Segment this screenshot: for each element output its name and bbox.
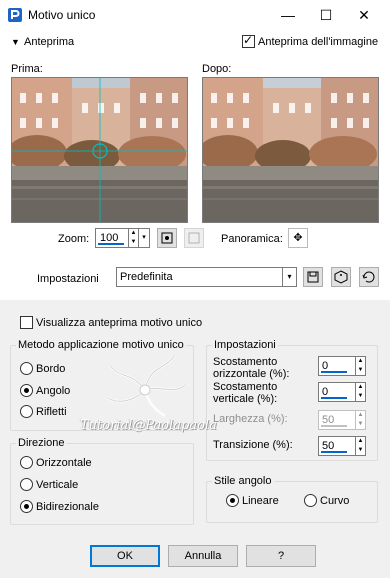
transition-label: Transizione (%):: [213, 439, 293, 451]
width-label: Larghezza (%):: [213, 413, 288, 425]
v-offset-underline: [321, 397, 347, 399]
random-dice-icon[interactable]: [331, 267, 351, 287]
v-offset-label: Scostamento verticale (%):: [213, 381, 278, 405]
before-label: Prima:: [11, 63, 43, 75]
transition-field[interactable]: 50 ▲ ▼: [318, 436, 366, 456]
preset-label: Impostazioni: [37, 273, 99, 285]
after-label: Dopo:: [202, 63, 232, 75]
save-preset-icon[interactable]: [303, 267, 323, 287]
paintshop-app-icon: [8, 8, 22, 22]
h-offset-underline: [321, 371, 347, 373]
collapse-arrow-icon[interactable]: ▼: [11, 37, 20, 47]
pan-label: Panoramica:: [221, 233, 283, 245]
title-bar: Motivo unico — ☐ ✕: [0, 0, 390, 30]
radio-rifletti-label[interactable]: Rifletti: [36, 406, 67, 418]
radio-verticale-label[interactable]: Verticale: [36, 479, 78, 491]
width-field: 50 ▲ ▼: [318, 410, 366, 430]
help-button[interactable]: ?: [246, 545, 316, 567]
radio-angolo[interactable]: [20, 384, 33, 397]
radio-curvo[interactable]: [304, 494, 317, 507]
direction-group-title: Direzione: [16, 437, 67, 449]
minimize-icon[interactable]: —: [278, 6, 298, 24]
radio-lineare-label[interactable]: Lineare: [242, 495, 279, 507]
zoom-actual-size-icon[interactable]: [184, 228, 204, 248]
radio-lineare[interactable]: [226, 494, 239, 507]
radio-angolo-label[interactable]: Angolo: [36, 385, 70, 397]
transition-underline: [321, 451, 347, 453]
tile-preview-checkbox[interactable]: [20, 316, 33, 329]
zoom-dropdown-icon[interactable]: ▾: [138, 229, 149, 247]
ok-button[interactable]: OK: [90, 545, 160, 567]
radio-rifletti[interactable]: [20, 405, 33, 418]
radio-bidirezionale[interactable]: [20, 500, 33, 513]
zoom-spinbox[interactable]: 100 ▲ ▼ ▾: [95, 228, 150, 248]
image-preview-checkbox[interactable]: [242, 33, 255, 48]
after-image: [203, 78, 378, 222]
preset-dropdown[interactable]: Predefinita ▾: [116, 267, 297, 287]
radio-orizzontale[interactable]: [20, 456, 33, 469]
chevron-down-icon[interactable]: ▾: [282, 268, 296, 286]
width-underline: [321, 425, 347, 427]
corner-style-group-title: Stile angolo: [212, 475, 274, 487]
preview-toggle-label[interactable]: Anteprima: [24, 36, 74, 48]
after-preview: [202, 77, 379, 223]
v-offset-field[interactable]: 0 ▲ ▼: [318, 382, 366, 402]
impostazioni-group-title: Impostazioni: [212, 339, 278, 351]
radio-curvo-label[interactable]: Curvo: [320, 495, 349, 507]
radio-orizzontale-label[interactable]: Orizzontale: [36, 457, 92, 469]
zoom-spin-arrows[interactable]: ▲ ▼: [128, 229, 138, 247]
tile-preview-label[interactable]: Visualizza anteprima motivo unico: [36, 317, 202, 329]
radio-bordo[interactable]: [20, 362, 33, 375]
v-offset-spin-icon[interactable]: ▲ ▼: [355, 383, 365, 401]
image-preview-label[interactable]: Anteprima dell'immagine: [258, 36, 378, 48]
radio-bordo-label[interactable]: Bordo: [36, 363, 65, 375]
maximize-icon[interactable]: ☐: [316, 6, 336, 24]
pan-move-icon[interactable]: ✥: [288, 228, 308, 248]
radio-verticale[interactable]: [20, 478, 33, 491]
h-offset-label: Scostamento orizzontale (%):: [213, 356, 290, 380]
h-offset-spin-icon[interactable]: ▲ ▼: [355, 357, 365, 375]
watermark-text: Tutorial@Paolapaola: [80, 418, 217, 433]
before-preview[interactable]: [11, 77, 188, 223]
reset-icon[interactable]: [359, 267, 379, 287]
transition-spin-icon[interactable]: ▲ ▼: [355, 437, 365, 455]
window-title: Motivo unico: [28, 8, 96, 22]
close-icon[interactable]: ✕: [354, 6, 374, 24]
zoom-underline: [98, 243, 124, 245]
before-image: [12, 78, 187, 222]
h-offset-field[interactable]: 0 ▲ ▼: [318, 356, 366, 376]
zoom-label: Zoom:: [58, 233, 90, 245]
watermark-flower-logo: [107, 354, 186, 418]
preset-value: Predefinita: [120, 271, 173, 283]
radio-bidirezionale-label[interactable]: Bidirezionale: [36, 501, 99, 513]
cancel-button[interactable]: Annulla: [168, 545, 238, 567]
zoom-fit-icon[interactable]: [157, 228, 177, 248]
width-spin-icon: ▲ ▼: [355, 411, 365, 429]
